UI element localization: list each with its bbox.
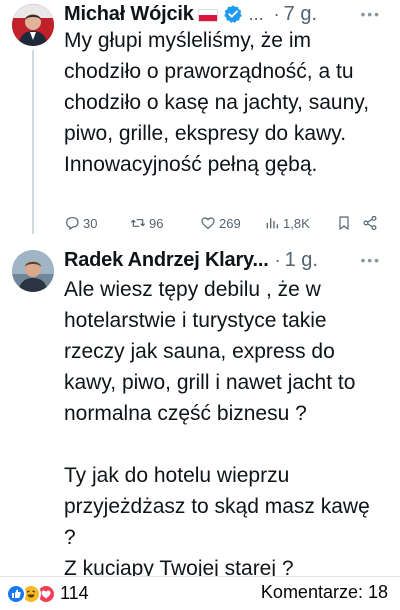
tweet-klary[interactable]: Radek Andrzej Klary... · 1 g. • • • Ale … (0, 236, 400, 576)
like-count: 269 (219, 215, 241, 231)
tweet-actions: 30 96 269 1,8K (64, 212, 384, 234)
thread-line (32, 50, 34, 234)
post-footer: 114 Komentarze: 18 (0, 576, 400, 610)
like-reaction-icon (6, 583, 26, 604)
reactions-summary[interactable]: 114 (6, 583, 89, 604)
views-button[interactable]: 1,8K (264, 212, 310, 234)
views-icon (266, 218, 278, 229)
tweet-time[interactable]: 7 g. (284, 3, 317, 26)
bookmark-icon (339, 216, 349, 230)
like-icon (201, 217, 215, 230)
reply-icon (66, 217, 79, 231)
tweet-text: Ale wiesz tępy debilu , że w hotelarstwi… (64, 278, 370, 576)
views-count: 1,8K (283, 215, 310, 231)
more-icon[interactable]: • • • (361, 6, 380, 22)
verified-icon (223, 5, 242, 23)
poland-flag-icon (197, 8, 218, 22)
avatar[interactable] (12, 250, 54, 292)
tweet-wojcik[interactable]: Michał Wójcik ... · 7 g. • • • My głupi … (0, 0, 400, 236)
retweet-icon (130, 219, 146, 227)
retweet-count: 96 (149, 215, 164, 231)
tweet-text: My głupi myśleliśmy, że im chodziło o pr… (64, 29, 370, 176)
author-name[interactable]: Radek Andrzej Klary... (64, 249, 269, 272)
tweet-time[interactable]: 1 g. (285, 249, 318, 272)
share-icon (363, 215, 377, 231)
name-truncation: ... (248, 3, 264, 24)
tweet-header: Radek Andrzej Klary... · 1 g. • • • (64, 246, 392, 274)
reaction-count: 114 (60, 583, 89, 603)
separator-dot: · (273, 3, 280, 24)
avatar[interactable] (12, 4, 54, 46)
bookmark-button[interactable] (336, 212, 355, 234)
retweet-button[interactable]: 96 (130, 212, 163, 234)
comments-count[interactable]: Komentarze: 18 (261, 582, 388, 603)
like-button[interactable]: 269 (200, 212, 241, 234)
more-icon[interactable]: • • • (361, 252, 380, 268)
reply-button[interactable]: 30 (64, 212, 97, 234)
tweet-header: Michał Wójcik ... · 7 g. • • • (64, 0, 392, 28)
separator-dot: · (274, 249, 281, 270)
share-button[interactable] (362, 212, 381, 234)
author-name[interactable]: Michał Wójcik (64, 3, 194, 26)
reply-count: 30 (83, 215, 98, 231)
